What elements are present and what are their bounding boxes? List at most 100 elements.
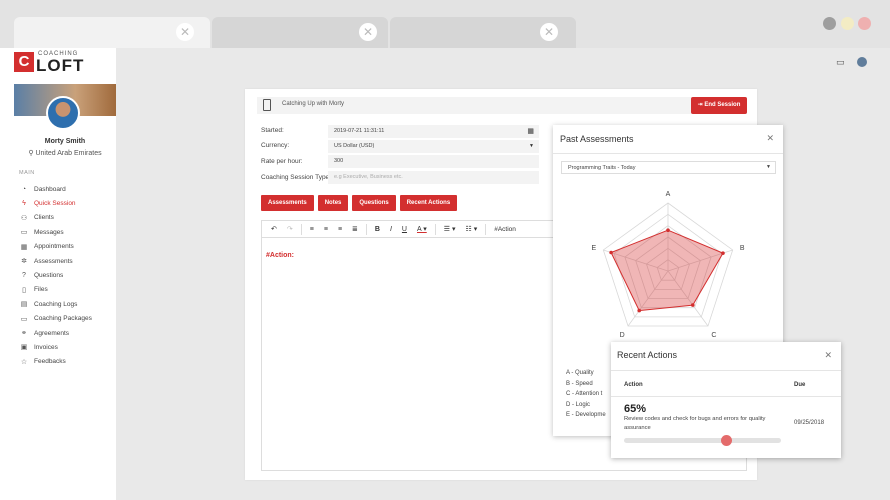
close-icon[interactable]: ✕: [766, 133, 774, 144]
align-justify-icon[interactable]: ≣: [352, 225, 358, 233]
action-tag-button[interactable]: #Action: [494, 226, 516, 233]
sidebar-nav: ◔ Dashboard ϟ Quick Session ⚇ Clients ▭ Message…: [19, 182, 92, 369]
sidebar-item-agreements[interactable]: ⚭ Agreements: [19, 326, 92, 340]
underline-icon[interactable]: U: [402, 226, 407, 233]
sidebar-item-feedbacks[interactable]: ☆ Feedbacks: [19, 355, 92, 369]
currency-select[interactable]: US Dollar (USD) ▼: [328, 140, 539, 153]
session-title-bar: Catching Up with Morty ⇥ End Session: [257, 97, 747, 114]
recent-actions-panel: Recent Actions ✕ Action Due 65% Review c…: [611, 342, 841, 458]
radar-legend: A - Quality B - Speed C - Attention t D - L…: [566, 370, 606, 423]
radar-point: [637, 308, 642, 313]
sidebar-item-assessments[interactable]: ✲ Assessments: [19, 254, 92, 268]
handshake-icon: ⚭: [21, 330, 27, 338]
align-right-icon[interactable]: ≡: [338, 226, 342, 233]
numbered-list-icon[interactable]: ☷ ▾: [465, 225, 477, 233]
sidebar-item-quick-session[interactable]: ϟ Quick Session: [19, 196, 92, 210]
sidebar-item-files[interactable]: ▯ Files: [19, 283, 92, 297]
text-color-icon[interactable]: A ▾: [417, 225, 427, 233]
past-assessments-title: Past Assessments: [560, 134, 634, 144]
window-close-button[interactable]: [858, 17, 871, 30]
radar-point: [690, 303, 695, 307]
toolbar-divider: [485, 223, 487, 235]
toolbar-divider: [365, 223, 367, 235]
sidebar-item-invoices[interactable]: ▣ Invoices: [19, 340, 92, 354]
sidebar-item-questions[interactable]: ? Questions: [19, 268, 92, 282]
radar-point: [609, 250, 613, 255]
sidebar-item-label: Coaching Packages: [34, 315, 92, 323]
user-avatar-icon[interactable]: [857, 57, 867, 67]
sidebar-item-dashboard[interactable]: ◔ Dashboard: [19, 182, 92, 196]
sidebar-item-label: Agreements: [34, 329, 70, 337]
notebook-icon: [263, 99, 271, 111]
action-progress-percent: 65%: [624, 403, 647, 415]
radar-axis-label: C: [711, 332, 716, 339]
log-icon: ▤: [20, 301, 28, 309]
recent-actions-button[interactable]: Recent Actions: [399, 195, 458, 211]
file-icon: ▯: [22, 286, 26, 294]
assessment-select[interactable]: Programming Traits - Today ▼: [561, 161, 776, 174]
browser-chrome: ✕ ✕ ✕: [0, 0, 890, 48]
session-tabs: Assessments Notes Questions Recent Actio…: [261, 195, 458, 211]
legend-item: B - Speed: [566, 380, 593, 387]
past-assessments-header: Past Assessments ✕: [553, 125, 783, 154]
notes-button[interactable]: Notes: [317, 195, 349, 211]
sidebar-item-appointments[interactable]: ▦ Appointments: [19, 240, 92, 254]
end-session-button[interactable]: ⇥ End Session: [691, 97, 747, 114]
recent-actions-title: Recent Actions: [617, 350, 678, 360]
window-maximize-button[interactable]: [841, 17, 854, 30]
close-icon[interactable]: ✕: [824, 350, 832, 361]
close-tab-icon[interactable]: ✕: [359, 23, 377, 41]
browser-tab[interactable]: ✕: [212, 17, 388, 48]
started-value: 2019-07-21 11:31:11: [334, 128, 385, 134]
sidebar-item-coaching-logs[interactable]: ▤ Coaching Logs: [19, 297, 92, 311]
session-type-field[interactable]: e.g Executive, Business etc.: [328, 171, 539, 184]
sidebar-item-coaching-packages[interactable]: ▭ Coaching Packages: [19, 312, 92, 326]
chat-icon[interactable]: ▭: [836, 57, 845, 68]
radar-axis-label: E: [591, 245, 596, 252]
sidebar-item-clients[interactable]: ⚇ Clients: [19, 211, 92, 225]
close-tab-icon[interactable]: ✕: [540, 23, 558, 41]
profile-location-text: United Arab Emirates: [35, 150, 102, 157]
close-tab-icon[interactable]: ✕: [176, 23, 194, 41]
align-center-icon[interactable]: ≡: [324, 226, 328, 233]
caret-down-icon: ▼: [766, 164, 771, 170]
bold-icon[interactable]: B: [375, 226, 380, 233]
sidebar: C COACHING LOFT Morty Smith ⚲ United Ara…: [0, 48, 116, 500]
users-icon: ⚇: [20, 214, 28, 222]
radar-point: [721, 251, 725, 255]
toolbar-divider: [300, 223, 302, 235]
progress-slider[interactable]: [624, 435, 781, 446]
rate-label: Rate per hour:: [261, 158, 303, 165]
logo-mark: C: [14, 52, 34, 72]
italic-icon[interactable]: I: [390, 226, 392, 233]
avatar[interactable]: [46, 96, 80, 130]
started-field[interactable]: 2019-07-21 11:31:11 ▦: [328, 125, 539, 138]
browser-tab[interactable]: ✕: [14, 17, 210, 48]
caret-down-icon: ▼: [529, 143, 534, 149]
undo-icon[interactable]: ↶: [271, 225, 277, 233]
browser-tab[interactable]: ✕: [390, 17, 576, 48]
action-column-header: Action: [624, 382, 643, 388]
action-description: Review codes and check for bugs and erro…: [624, 416, 766, 431]
redo-icon[interactable]: ↷: [287, 225, 293, 233]
questions-button[interactable]: Questions: [352, 195, 396, 211]
due-column-header: Due: [794, 382, 806, 388]
sidebar-item-label: Assessments: [34, 257, 73, 265]
nav-section-label: MAIN: [19, 170, 35, 176]
editor-content: #Action:: [266, 252, 294, 259]
align-left-icon[interactable]: ≡: [310, 226, 314, 233]
sidebar-item-label: Invoices: [34, 343, 58, 351]
recent-actions-header: Recent Actions ✕: [611, 342, 841, 371]
progress-slider-handle[interactable]: [720, 435, 732, 446]
bullet-list-icon[interactable]: ☰ ▾: [444, 225, 456, 233]
end-session-label: End Session: [704, 102, 741, 108]
legend-item: A - Quality: [566, 370, 594, 376]
session-title[interactable]: Catching Up with Morty: [282, 101, 344, 107]
profile-name: Morty Smith: [44, 138, 86, 145]
rate-field[interactable]: 300: [328, 155, 539, 168]
calendar-icon[interactable]: ▦: [527, 127, 534, 135]
assessments-button[interactable]: Assessments: [261, 195, 314, 211]
sidebar-item-messages[interactable]: ▭ Messages: [19, 225, 92, 239]
window-minimize-button[interactable]: [823, 17, 836, 30]
chat-icon: ▭: [20, 229, 28, 237]
